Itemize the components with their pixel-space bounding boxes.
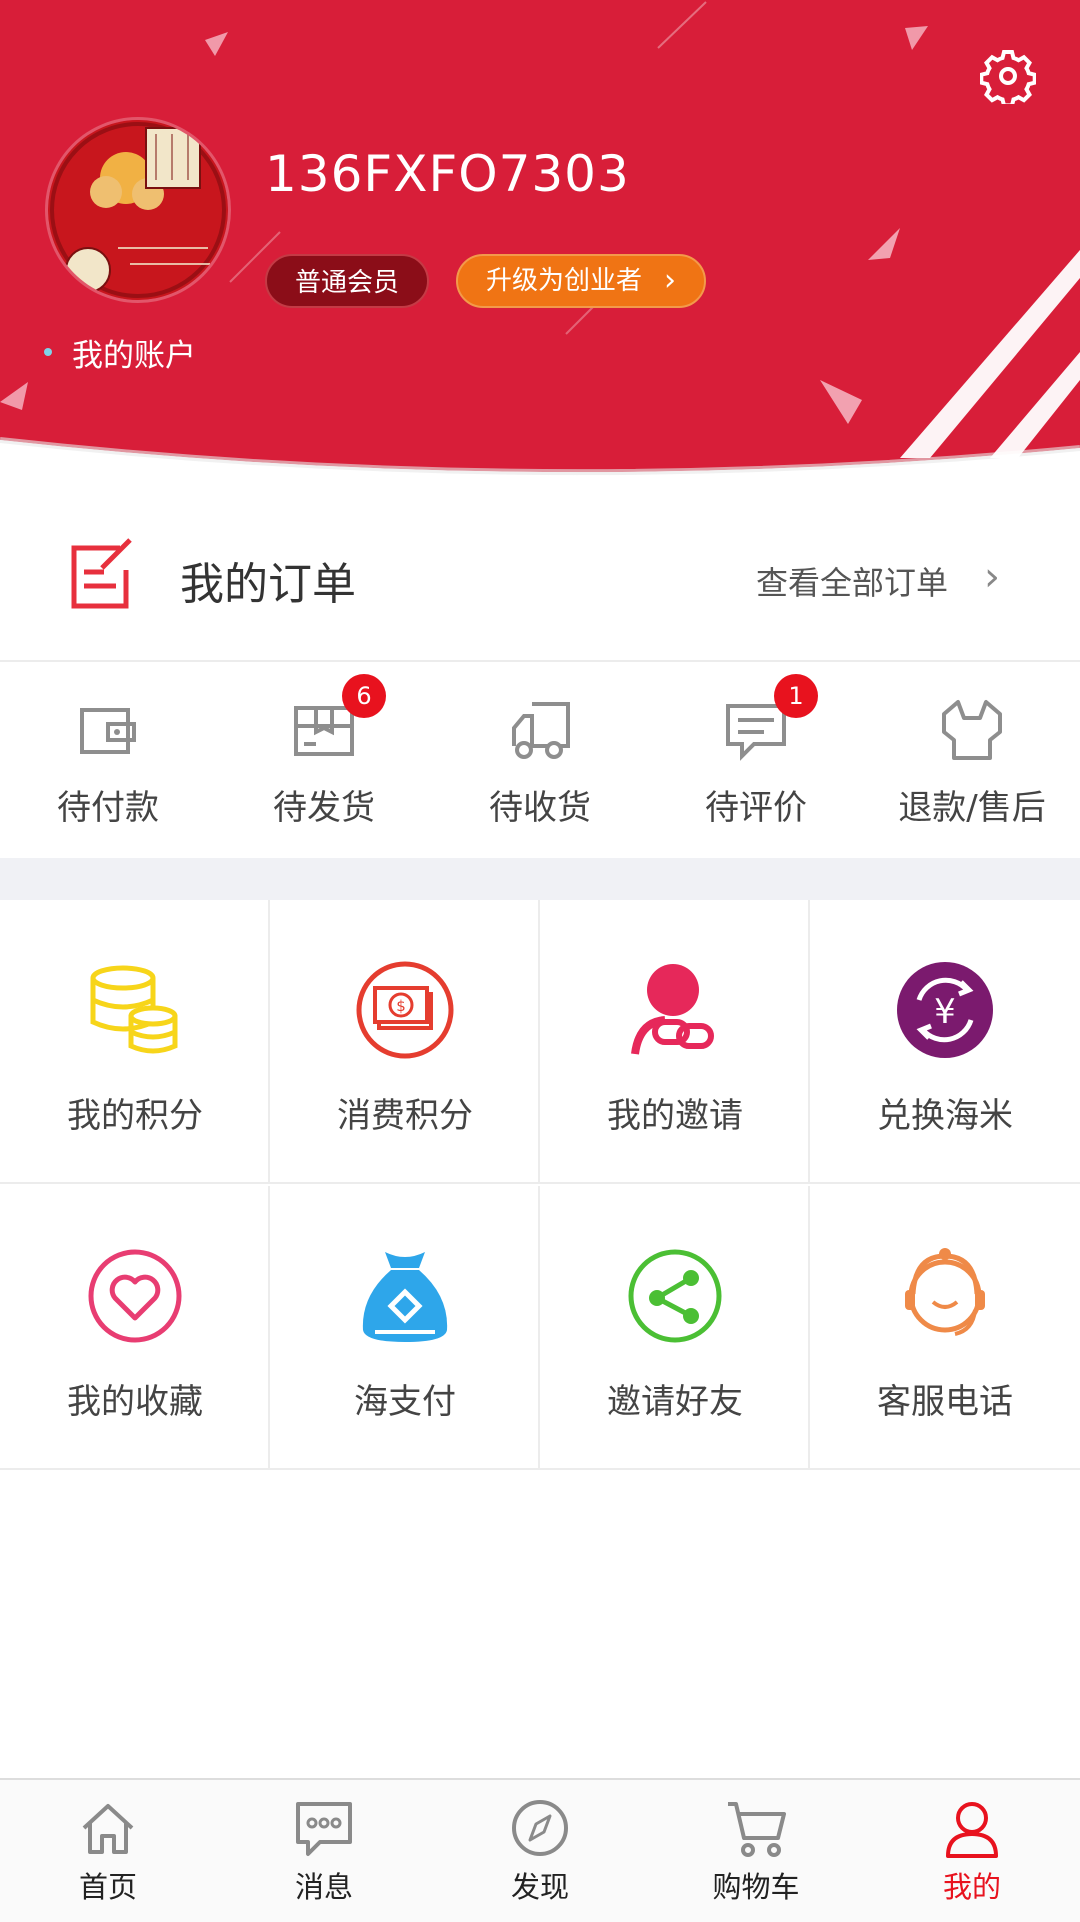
username: 136FXFO7303 [265, 145, 630, 203]
tab-discover[interactable]: 发现 [432, 1780, 648, 1922]
avatar[interactable] [48, 120, 228, 300]
grid-item-my-points[interactable]: 我的积分 [0, 900, 270, 1184]
status-count-badge: 1 [774, 674, 818, 718]
grid-item-my-favorites[interactable]: 我的收藏 [0, 1186, 270, 1470]
my-orders-section: 我的订单 查看全部订单 › [0, 506, 1080, 662]
grid-item-label: 我的收藏 [67, 1382, 203, 1422]
my-account-link[interactable]: 我的账户 [72, 330, 196, 375]
status-label: 待发货 [273, 788, 375, 828]
status-pending-review[interactable]: 1 待评价 [648, 662, 864, 858]
tab-label: 首页 [78, 1870, 137, 1904]
grid-item-label: 我的积分 [67, 1096, 203, 1136]
tab-cart[interactable]: 购物车 [648, 1780, 864, 1922]
grid-item-hai-pay[interactable]: 海支付 [270, 1186, 540, 1470]
tab-label: 购物车 [712, 1870, 800, 1904]
grid-item-label: 我的邀请 [607, 1096, 743, 1136]
banknote-icon: $ [356, 961, 454, 1059]
status-pending-receipt[interactable]: 待收货 [432, 662, 648, 858]
status-pending-shipment[interactable]: 6 待发货 [216, 662, 432, 858]
avatar-image [48, 120, 228, 300]
grid-item-exchange-haimi[interactable]: ¥ 兑换海米 [810, 900, 1080, 1184]
tab-label: 我的 [942, 1870, 1001, 1904]
cart-icon [728, 1802, 786, 1857]
order-status-row: 待付款 6 待发货 待收货 1 待评价 退款/售后 [0, 662, 1080, 858]
grid-item-my-invitation[interactable]: 我的邀请 [540, 900, 810, 1184]
tab-label: 消息 [294, 1870, 353, 1904]
account-dot [44, 348, 52, 356]
grid-item-label: 兑换海米 [877, 1096, 1013, 1136]
compass-icon [512, 1800, 568, 1856]
tab-mine[interactable]: 我的 [864, 1780, 1080, 1922]
grid-item-label: 消费积分 [337, 1096, 473, 1136]
status-pending-payment[interactable]: 待付款 [0, 662, 216, 858]
services-grid: 我的积分 $ 消费积分 我的邀请 ¥ 兑换海米 我的收藏 海支付 邀请好友 客服… [0, 900, 1080, 1470]
status-label: 退款/售后 [898, 788, 1046, 828]
user-icon [946, 1802, 998, 1858]
profile-header: 136FXFO7303 普通会员 升级为创业者 › 我的账户 [0, 0, 1080, 480]
my-orders-title: 我的订单 [180, 559, 356, 610]
shirt-service-icon [942, 700, 1002, 760]
grid-item-label: 海支付 [354, 1382, 456, 1422]
status-label: 待付款 [57, 788, 159, 828]
coin-stack-icon [90, 965, 178, 1054]
upgrade-button[interactable]: 升级为创业者 › [456, 254, 706, 308]
wallet-icon [80, 708, 136, 754]
tab-home[interactable]: 首页 [0, 1780, 216, 1922]
yuan-exchange-icon: ¥ [897, 962, 993, 1058]
settings-button[interactable] [979, 48, 1037, 108]
chevron-right-icon[interactable]: › [984, 554, 1000, 600]
status-label: 待收货 [489, 788, 591, 828]
grid-item-label: 客服电话 [877, 1382, 1013, 1422]
share-icon [628, 1249, 722, 1343]
status-count-badge: 6 [342, 674, 386, 718]
tab-label: 发现 [510, 1870, 569, 1904]
bottom-tab-bar: 首页 消息 发现 购物车 我的 [0, 1778, 1080, 1922]
view-all-orders-link[interactable]: 查看全部订单 [756, 558, 948, 604]
heart-icon [88, 1249, 182, 1343]
order-edit-icon [68, 536, 140, 612]
truck-icon [512, 702, 570, 759]
customer-service-icon [905, 1248, 985, 1336]
grid-item-label: 邀请好友 [607, 1382, 743, 1422]
home-icon [82, 1804, 134, 1854]
section-divider [0, 858, 1080, 900]
grid-item-customer-service[interactable]: 客服电话 [810, 1186, 1080, 1470]
gear-icon [979, 50, 1037, 108]
grid-item-consumption-points[interactable]: $ 消费积分 [270, 900, 540, 1184]
svg-text:¥: ¥ [934, 992, 956, 1032]
tab-messages[interactable]: 消息 [216, 1780, 432, 1922]
user-link-icon [631, 964, 714, 1055]
chevron-right-icon: › [664, 263, 676, 298]
status-refund-aftersale[interactable]: 退款/售后 [864, 662, 1080, 858]
member-level-badge: 普通会员 [265, 254, 429, 308]
money-bag-icon [362, 1252, 448, 1342]
status-label: 待评价 [705, 788, 807, 828]
grid-item-invite-friends[interactable]: 邀请好友 [540, 1186, 810, 1470]
svg-text:$: $ [396, 997, 406, 1015]
message-icon [296, 1802, 352, 1856]
upgrade-label: 升级为创业者 [486, 266, 643, 296]
